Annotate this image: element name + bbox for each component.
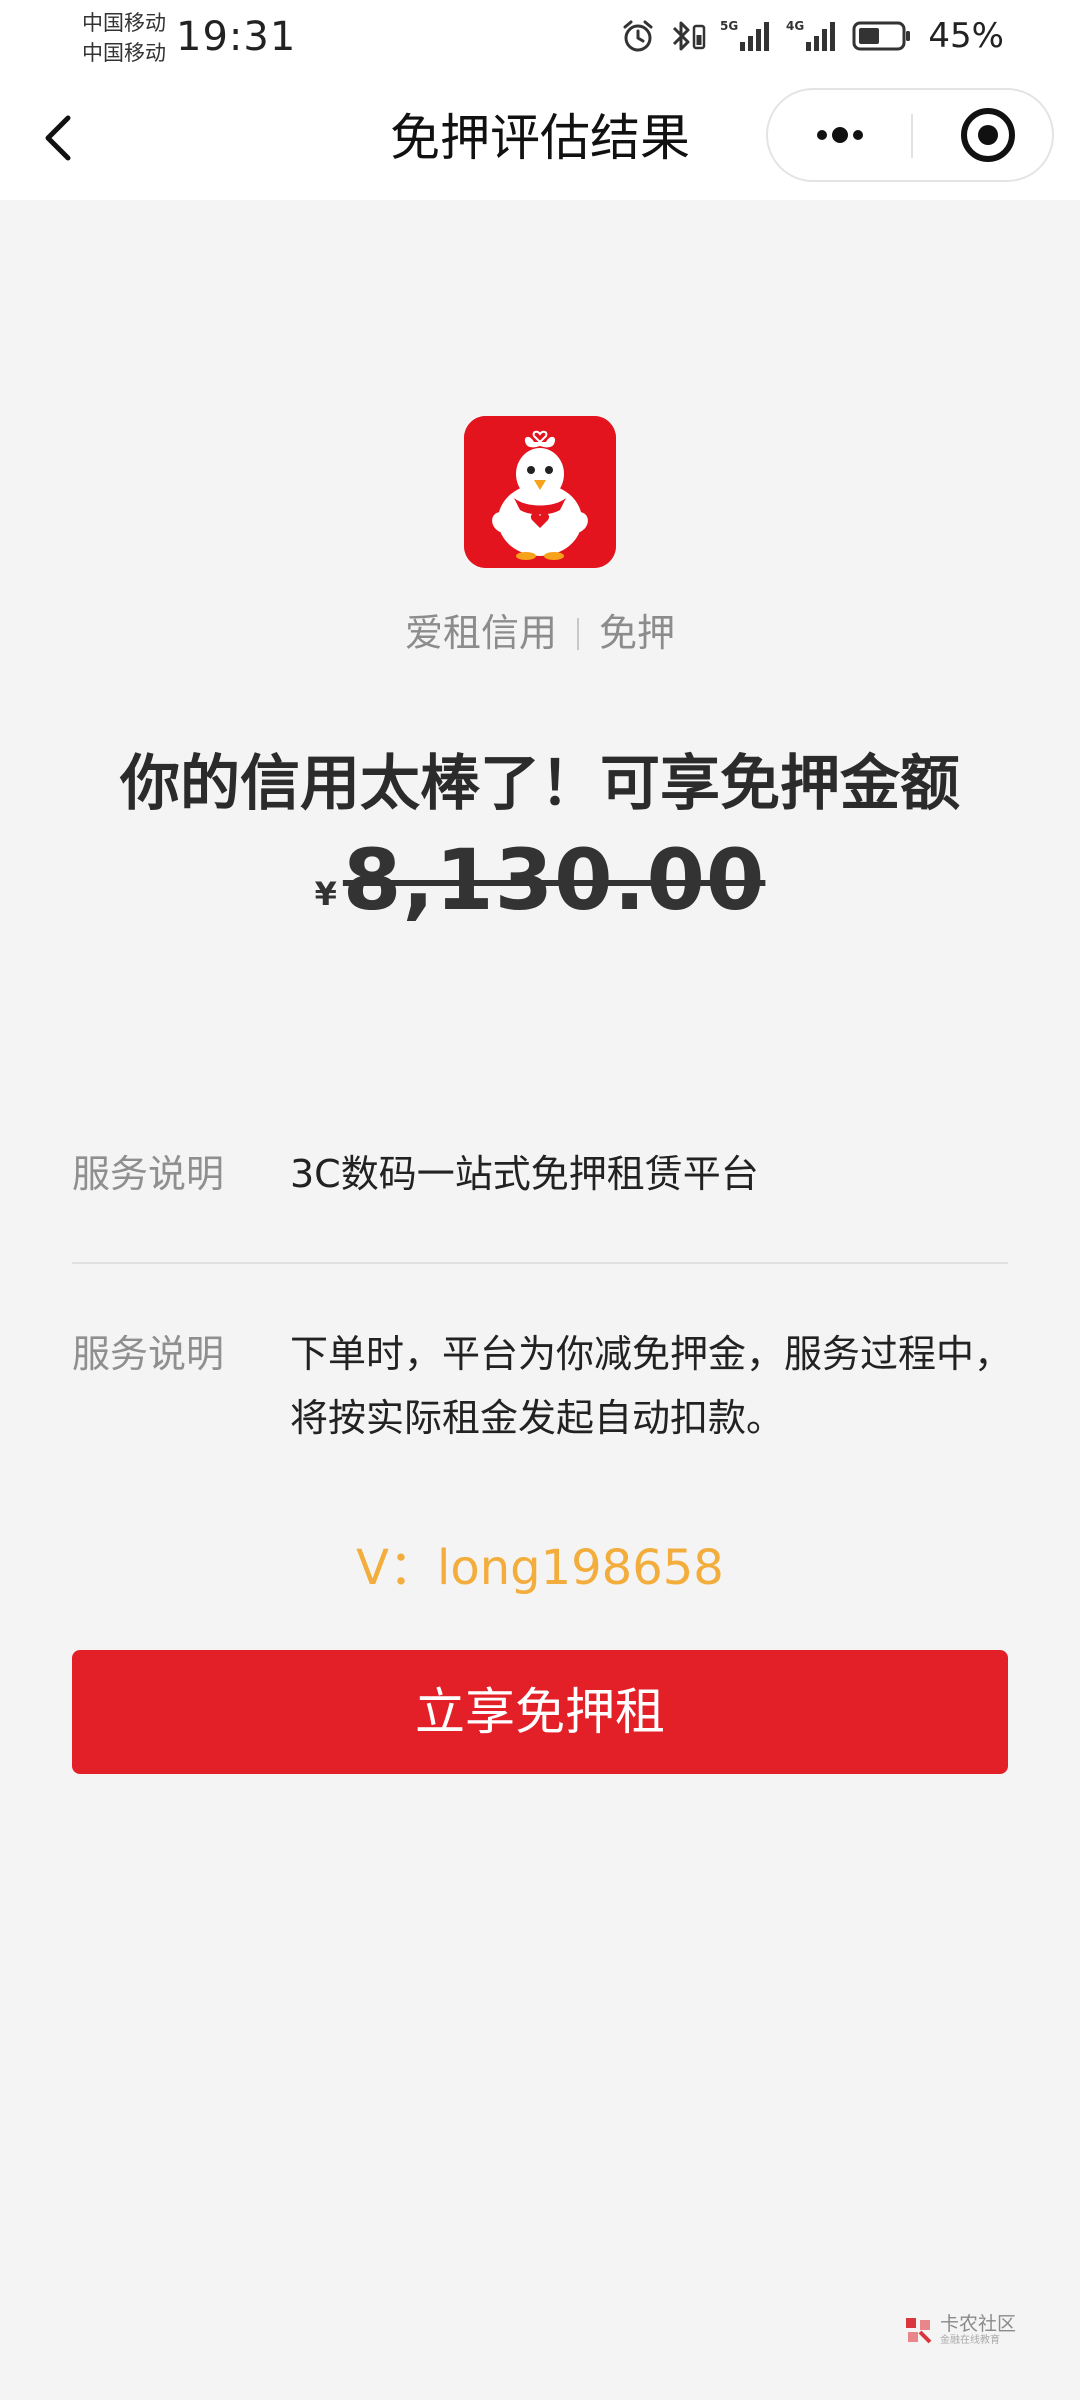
amount-row: ¥8,130.00	[0, 830, 1080, 954]
close-mini-program-button[interactable]	[938, 102, 1038, 168]
battery-percent: 45%	[928, 16, 1004, 56]
nav-bar: 免押评估结果	[0, 76, 1080, 200]
more-button[interactable]	[788, 102, 888, 168]
more-dots-icon	[817, 127, 863, 143]
result-headline: 你的信用太棒了！可享免押金额	[120, 749, 960, 819]
info-row: 服务说明 3C数码一站式免押租赁平台	[72, 1142, 1008, 1206]
brand-separator	[577, 618, 579, 650]
chicken-mascot-icon	[464, 416, 616, 568]
page-title: 免押评估结果	[390, 109, 690, 167]
brand-line: 爱租信用 免押	[0, 606, 1080, 660]
chevron-left-icon	[45, 115, 71, 161]
deposit-amount: 8,130.00	[342, 831, 766, 929]
divider	[72, 1262, 1008, 1264]
signal-5g-label: 5G	[720, 19, 738, 33]
watermark-logo-icon	[906, 2318, 932, 2344]
carrier-stack: 中国移动 中国移动	[82, 8, 166, 68]
app-logo	[464, 416, 616, 568]
brand-tag: 免押	[599, 611, 676, 655]
status-bar: 中国移动 中国移动 19:31 5G 4G 45%	[0, 0, 1080, 76]
info-label: 服务说明	[72, 1152, 225, 1196]
info-value: 3C数码一站式免押租赁平台	[290, 1152, 759, 1196]
watermark: 卡农社区 金融在线教育	[900, 2312, 1020, 2356]
rent-now-button[interactable]: 立享免押租	[72, 1650, 1008, 1774]
menu-capsule	[766, 88, 1054, 182]
alarm-icon	[623, 20, 653, 52]
carrier-1: 中国移动	[82, 11, 166, 35]
status-icons: 5G 4G 45%	[620, 14, 1004, 58]
currency-symbol: ¥	[314, 875, 337, 913]
signal-5g-icon: 5G	[720, 19, 770, 51]
status-time: 19:31	[176, 14, 297, 60]
target-close-icon	[961, 108, 1015, 162]
contact-text: V：long198658	[356, 1540, 724, 1596]
battery-icon	[852, 21, 911, 51]
signal-4g-label: 4G	[786, 19, 804, 33]
back-button[interactable]	[30, 104, 90, 172]
watermark-sub: 金融在线教育	[940, 2335, 1000, 2346]
carrier-2: 中国移动	[82, 41, 166, 65]
signal-4g-icon: 4G	[786, 19, 836, 51]
brand-name: 爱租信用	[404, 611, 557, 655]
bluetooth-icon	[673, 21, 706, 51]
watermark-name: 卡农社区	[940, 2313, 1017, 2335]
info-value: 下单时，平台为你减免押金，服务过程中，将按实际租金发起自动扣款。	[290, 1332, 1013, 1440]
capsule-divider	[911, 114, 913, 158]
info-label: 服务说明	[72, 1332, 225, 1376]
info-row: 服务说明 下单时，平台为你减免押金，服务过程中，将按实际租金发起自动扣款。	[72, 1322, 1012, 1450]
